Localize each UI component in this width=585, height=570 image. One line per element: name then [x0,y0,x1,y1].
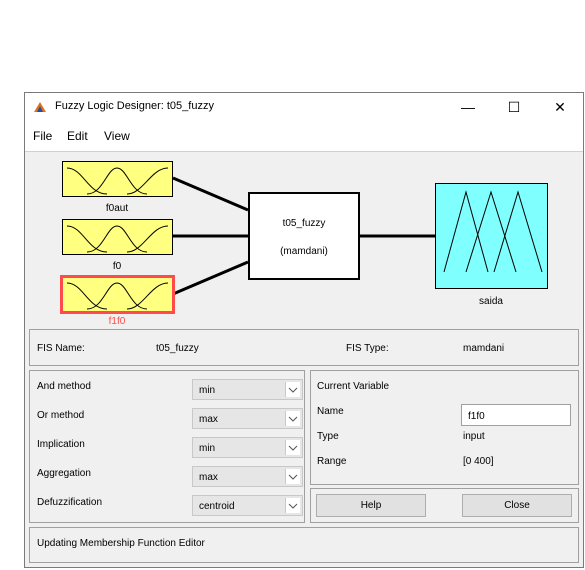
status-bar: Updating Membership Function Editor [29,527,579,563]
chevron-down-icon [285,382,300,397]
input-f1f0-box[interactable] [60,275,175,314]
fis-system-type: (mamdani) [280,246,328,257]
current-variable-heading: Current Variable [317,381,390,392]
maximize-button[interactable]: ☐ [491,93,537,121]
title-bar: Fuzzy Logic Designer: t05_fuzzy — ☐ ✕ [25,93,583,121]
input-f0-box[interactable] [62,219,173,255]
aggregation-label: Aggregation [37,468,91,479]
chevron-down-icon [285,440,300,455]
fis-system-box[interactable]: t05_fuzzy (mamdani) [248,192,360,280]
close-button[interactable]: Close [462,494,572,517]
select-value: min [199,443,216,454]
menu-bar: File Edit View [25,121,583,151]
input-f0aut-box[interactable] [62,161,173,197]
range-value: [0 400] [463,456,494,467]
defuzzification-label: Defuzzification [37,497,103,508]
fis-type-label: FIS Type: [346,343,389,354]
aggregation-select[interactable]: max [192,466,303,487]
implication-label: Implication [37,439,85,450]
range-label: Range [317,456,347,467]
fuzzy-designer-window: Fuzzy Logic Designer: t05_fuzzy — ☐ ✕ Fi… [24,92,584,568]
select-value: max [199,414,218,425]
type-value: input [463,431,485,442]
or-method-select[interactable]: max [192,408,303,429]
output-saida-box[interactable] [435,183,548,289]
close-window-button[interactable]: ✕ [537,93,583,121]
select-value: min [199,385,216,396]
input-label: f0aut [105,203,129,214]
variable-name-input[interactable]: f1f0 [461,404,571,426]
chevron-down-icon [285,498,300,513]
fis-name-value: t05_fuzzy [156,343,199,354]
input-label-selected: f1f0 [108,316,126,324]
implication-select[interactable]: min [192,437,303,458]
methods-panel: And method min Or method max Implication… [29,370,305,523]
menu-view[interactable]: View [104,129,130,143]
fis-name-label: FIS Name: [37,343,85,354]
chevron-down-icon [285,469,300,484]
fis-system-name: t05_fuzzy [282,218,326,229]
matlab-icon [34,102,46,112]
menu-file[interactable]: File [33,129,52,143]
fis-diagram: f0aut f0 f1f0 t05_fuzzy (mamdani) saida [25,151,583,324]
membership-curves-icon [66,167,169,195]
and-method-select[interactable]: min [192,379,303,400]
membership-curves-icon [66,282,169,310]
name-label: Name [317,406,344,417]
minimize-button[interactable]: — [445,93,491,121]
select-value: max [199,472,218,483]
status-text: Updating Membership Function Editor [37,538,205,549]
window-title: Fuzzy Logic Designer: t05_fuzzy [55,100,214,112]
fis-type-value: mamdani [463,343,505,354]
button-panel: Help Close [310,488,579,523]
input-label: f0 [112,261,122,272]
current-variable-panel: Current Variable Name Type input Range [… [310,370,579,485]
menu-edit[interactable]: Edit [67,129,88,143]
select-value: centroid [199,501,235,512]
type-label: Type [317,431,339,442]
defuzzification-select[interactable]: centroid [192,495,303,516]
chevron-down-icon [285,411,300,426]
fis-info-panel: FIS Name: t05_fuzzy FIS Type: mamdani [29,329,579,366]
help-button[interactable]: Help [316,494,426,517]
triangle-membership-icon [443,190,543,273]
output-label: saida [479,296,503,307]
and-method-label: And method [37,381,91,392]
or-method-label: Or method [37,410,85,421]
membership-curves-icon [66,225,169,253]
